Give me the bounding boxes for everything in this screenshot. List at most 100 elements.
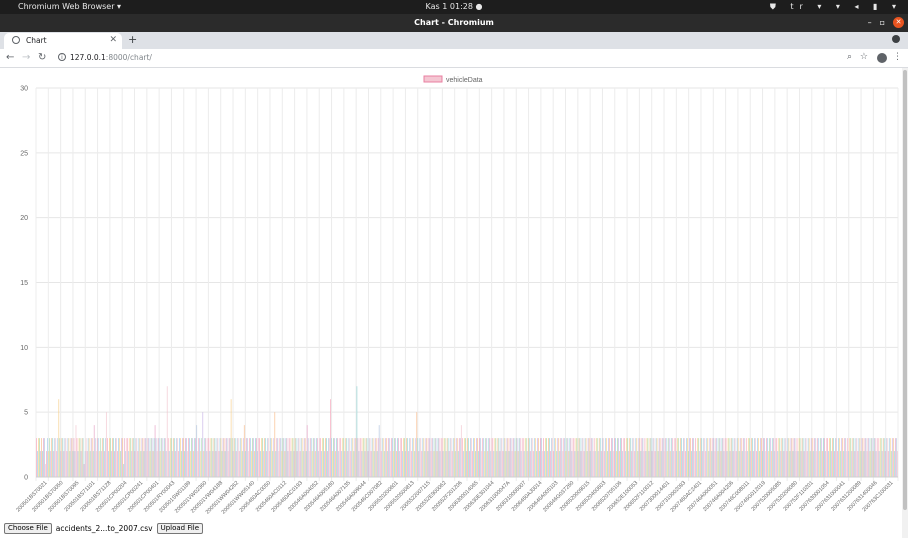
bar (167, 438, 169, 477)
bar (895, 438, 897, 477)
bar (714, 451, 716, 477)
bar (404, 438, 405, 477)
close-tab-icon[interactable]: ✕ (109, 35, 117, 45)
bar (408, 451, 410, 477)
bar (867, 438, 869, 477)
bar (543, 438, 544, 477)
bar (104, 438, 106, 477)
power-menu-icon[interactable]: ▾ (892, 2, 902, 11)
bar (136, 438, 138, 477)
system-tray[interactable]: ⛊ tr ▾ ▾ ◂ ▮ ▾ (770, 2, 902, 12)
bar (779, 438, 781, 477)
bar (741, 451, 743, 477)
bar (558, 438, 560, 477)
new-tab-icon[interactable]: + (128, 33, 137, 46)
bar (283, 438, 285, 477)
bar (233, 438, 235, 477)
bar (619, 451, 620, 477)
bar (645, 451, 647, 477)
bar (787, 438, 789, 477)
bar (680, 438, 682, 477)
bar (647, 438, 649, 477)
bar (562, 451, 564, 477)
bookmark-star-icon[interactable]: ☆ (860, 52, 868, 62)
address-bar[interactable]: i 127.0.0.1:8000/chart/ (54, 51, 874, 66)
bar (698, 438, 700, 477)
bar (268, 438, 270, 477)
bar (517, 451, 519, 477)
bar (615, 438, 616, 477)
bar (525, 438, 527, 477)
scrollbar-thumb[interactable] (903, 70, 907, 510)
minimize-icon[interactable]: – (868, 18, 872, 27)
bar (856, 438, 858, 477)
menu-kebab-icon[interactable]: ⋮ (893, 52, 902, 62)
bar (391, 438, 393, 477)
shield-icon[interactable]: ⛊ (770, 2, 782, 11)
bar (186, 438, 187, 477)
bar (130, 438, 132, 477)
bar (390, 438, 392, 477)
volume-icon[interactable]: ◂ (854, 2, 864, 11)
bar (641, 438, 643, 477)
bar (92, 451, 94, 477)
profile-avatar[interactable] (877, 53, 887, 63)
bar (113, 438, 114, 477)
forward-arrow-icon[interactable]: → (22, 52, 30, 63)
bar (245, 438, 247, 477)
battery-icon[interactable]: ▮ (873, 2, 883, 11)
bar (433, 451, 435, 477)
info-icon[interactable]: i (58, 53, 66, 61)
bar (518, 438, 520, 477)
bar (445, 451, 447, 477)
bar (789, 451, 791, 477)
bar (684, 438, 685, 477)
bar (806, 451, 808, 477)
bar (815, 451, 817, 477)
upload-form: Choose File accidents_2...to_2007.csv Up… (4, 523, 204, 534)
bar (831, 451, 832, 477)
tab-chart[interactable]: Chart ✕ (4, 33, 122, 49)
bar (847, 438, 849, 477)
upload-file-button[interactable]: Upload File (156, 523, 204, 534)
bar (121, 438, 123, 477)
bar (334, 438, 336, 477)
bar (703, 438, 705, 477)
bar (790, 438, 792, 477)
bar (438, 438, 440, 477)
bar (254, 451, 255, 477)
bar (242, 438, 244, 477)
url-text[interactable]: 127.0.0.1:8000/chart/ (70, 53, 152, 62)
bar (471, 438, 472, 477)
choose-file-button[interactable]: Choose File (4, 523, 52, 534)
bar (294, 438, 296, 477)
bar (732, 451, 734, 477)
bar (880, 438, 882, 477)
language-indicator[interactable]: tr ▾ (790, 2, 827, 11)
bar (846, 451, 848, 477)
bar (320, 451, 322, 477)
bar (260, 451, 261, 477)
bar (74, 451, 76, 477)
bar (164, 438, 166, 477)
zoom-icon[interactable]: ⌕ (847, 52, 852, 62)
back-arrow-icon[interactable]: ← (6, 52, 14, 63)
close-window-icon[interactable]: ✕ (893, 17, 904, 28)
page-scrollbar[interactable] (902, 68, 908, 538)
bar (243, 425, 245, 477)
bar (37, 451, 38, 477)
bar (330, 399, 331, 477)
wifi-icon[interactable]: ▾ (836, 2, 846, 11)
bar (93, 425, 95, 477)
bar (804, 438, 806, 477)
bar (147, 438, 149, 477)
bar (327, 451, 328, 477)
bar (460, 425, 462, 477)
maximize-icon[interactable]: ▫ (880, 18, 885, 27)
tab-search-icon[interactable] (892, 35, 900, 43)
bar (672, 451, 674, 477)
bar (571, 451, 573, 477)
bar (859, 438, 861, 477)
bar (392, 451, 394, 477)
reload-icon[interactable]: ↻ (38, 52, 46, 63)
